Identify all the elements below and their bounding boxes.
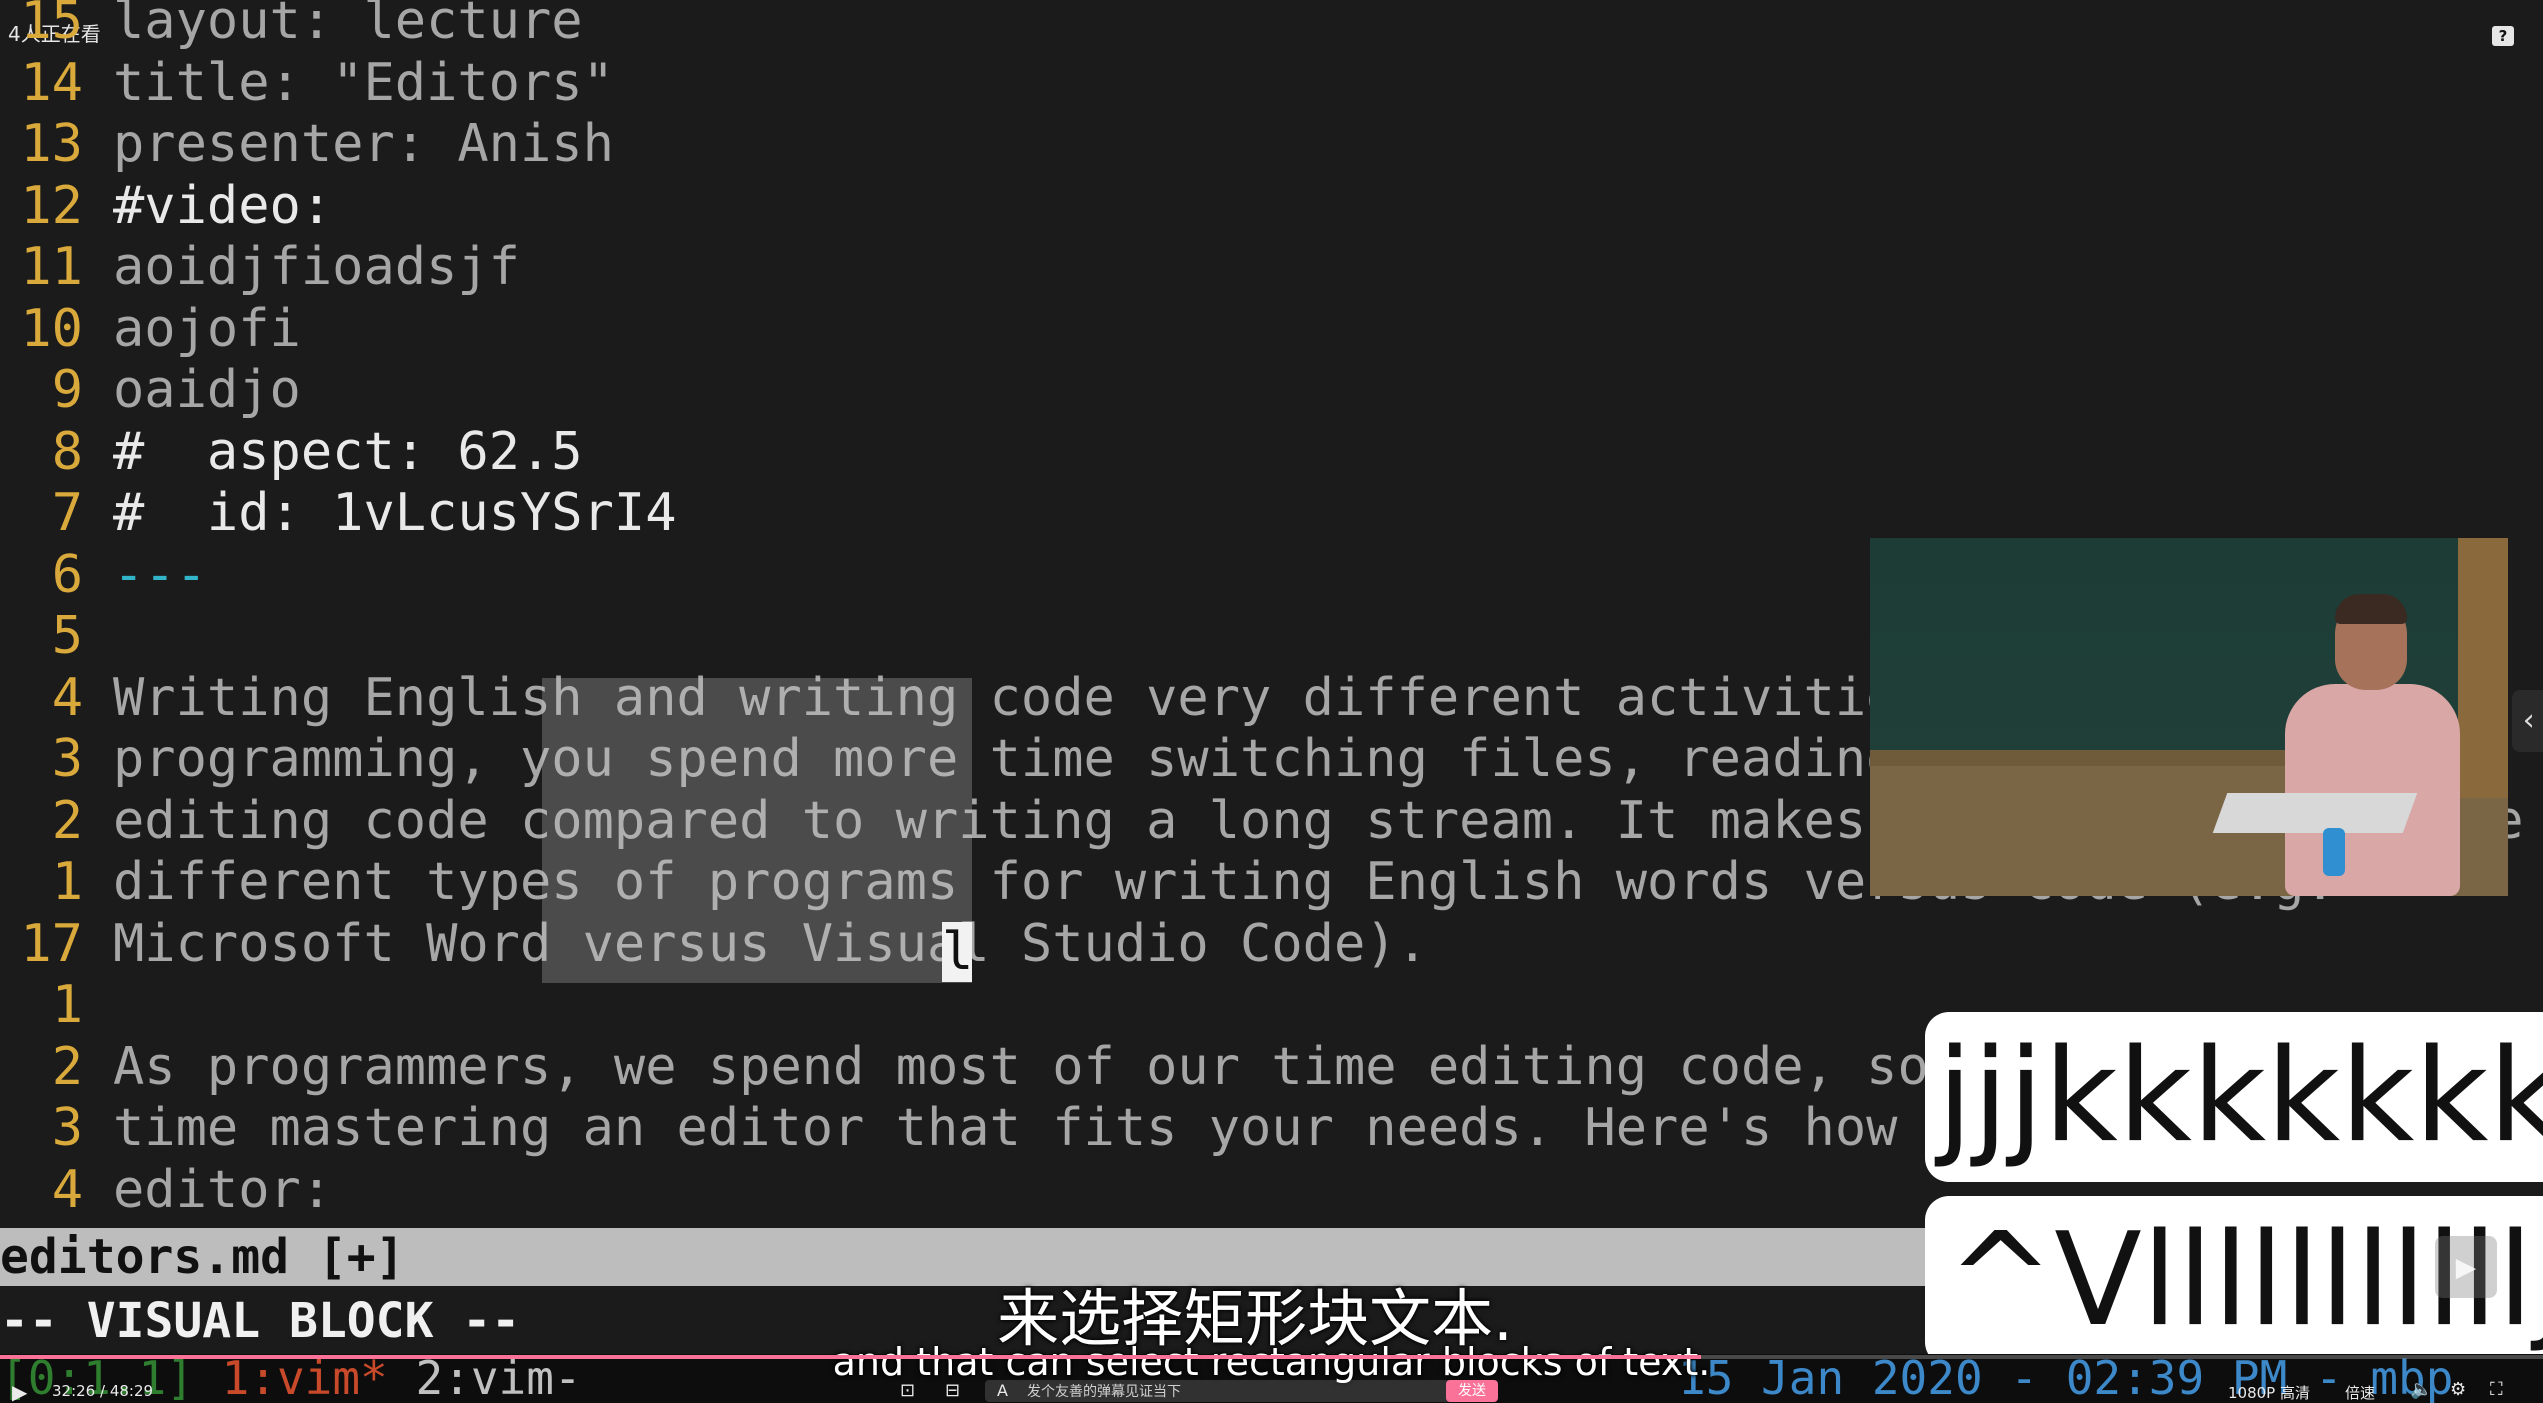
line-number: 15	[20, 0, 83, 51]
door	[2458, 538, 2508, 798]
line-number: 12	[20, 175, 83, 236]
line-number: 5	[51, 606, 83, 666]
text-cursor: l	[942, 922, 974, 982]
play-icon[interactable]: ▶	[12, 1380, 27, 1403]
danmaku-settings-icon[interactable]: ⊟	[945, 1380, 960, 1401]
line-text: time mastering an editor that fits your …	[113, 1098, 1961, 1158]
line-text: aoidjfioadsjf	[113, 237, 520, 297]
progress-bar[interactable]	[0, 1355, 2543, 1359]
line-text: As programmers, we spend most of our tim…	[113, 1036, 1929, 1097]
line-number: 4	[51, 1159, 83, 1220]
danmaku-input-box: A	[985, 1380, 1497, 1403]
line-number: 1	[51, 852, 83, 912]
visual-block-selection	[542, 678, 972, 983]
quality-selector[interactable]: 1080P 高清	[2228, 1382, 2310, 1403]
volume-icon[interactable]: 🔈	[2410, 1379, 2432, 1400]
line-number: 3	[51, 729, 83, 789]
keystroke-overlay-top: jjjkkkkkkkkl	[1925, 1012, 2543, 1182]
progress-fill	[0, 1355, 1702, 1359]
line-number: 14	[20, 52, 83, 113]
line-text: Writing English and writing code very di…	[113, 667, 2117, 728]
line-number: 4	[51, 667, 83, 728]
line-number: 11	[20, 237, 83, 297]
line-text: #video:	[113, 175, 333, 236]
line-number: 9	[51, 360, 83, 420]
presenter-shirt	[2285, 684, 2460, 896]
help-icon[interactable]: ?	[2492, 26, 2514, 46]
line-text: # id: 1vLcusYSrI4	[113, 483, 677, 543]
send-danmaku-button[interactable]: 发送	[1446, 1380, 1498, 1402]
player-controls: ▶ 32:26 / 48:29 ⊡ ⊟ A 发送 1080P 高清 倍速 🔈 ⚙…	[0, 1378, 2543, 1403]
line-text: aojofi	[113, 298, 301, 359]
line-number: 2	[51, 790, 83, 851]
line-number: 7	[51, 483, 83, 543]
danmaku-input[interactable]	[1025, 1380, 1419, 1403]
time-total: 48:29	[109, 1382, 154, 1400]
presenter	[2265, 594, 2465, 896]
fullscreen-icon[interactable]: ⛶	[2490, 1379, 2503, 1400]
playback-time: 32:26 / 48:29	[52, 1382, 154, 1400]
line-number: 8	[51, 421, 83, 482]
line-number: 10	[20, 298, 83, 359]
line-text: presenter: Anish	[113, 114, 614, 174]
line-text: programming, you spend more time switchi…	[113, 729, 1929, 789]
time-current: 32:26	[52, 1382, 96, 1400]
danmaku-toggle-icon[interactable]: ⊡	[900, 1380, 915, 1401]
line-text: ---	[113, 544, 207, 605]
line-number: 6	[51, 544, 83, 605]
line-text: # aspect: 62.5	[113, 421, 583, 482]
side-panel-toggle[interactable]: ‹	[2512, 690, 2543, 752]
line-number: 2	[51, 1036, 83, 1097]
line-text: oaidjo	[113, 360, 301, 420]
line-number: 1	[51, 975, 83, 1035]
line-text: editor:	[113, 1159, 333, 1220]
webcam-video	[1870, 538, 2508, 896]
line-number: 17	[20, 913, 83, 974]
danmaku-style-icon[interactable]: A	[997, 1381, 1008, 1400]
presenter-hair	[2335, 594, 2407, 624]
speed-selector[interactable]: 倍速	[2345, 1382, 2375, 1403]
line-text: title: "Editors"	[113, 52, 614, 113]
line-number: 13	[20, 114, 83, 174]
laptop	[2212, 793, 2418, 833]
settings-icon[interactable]: ⚙	[2450, 1379, 2466, 1400]
water-bottle	[2323, 828, 2345, 876]
line-text: layout: lecture	[113, 0, 583, 51]
line-number: 3	[51, 1098, 83, 1158]
